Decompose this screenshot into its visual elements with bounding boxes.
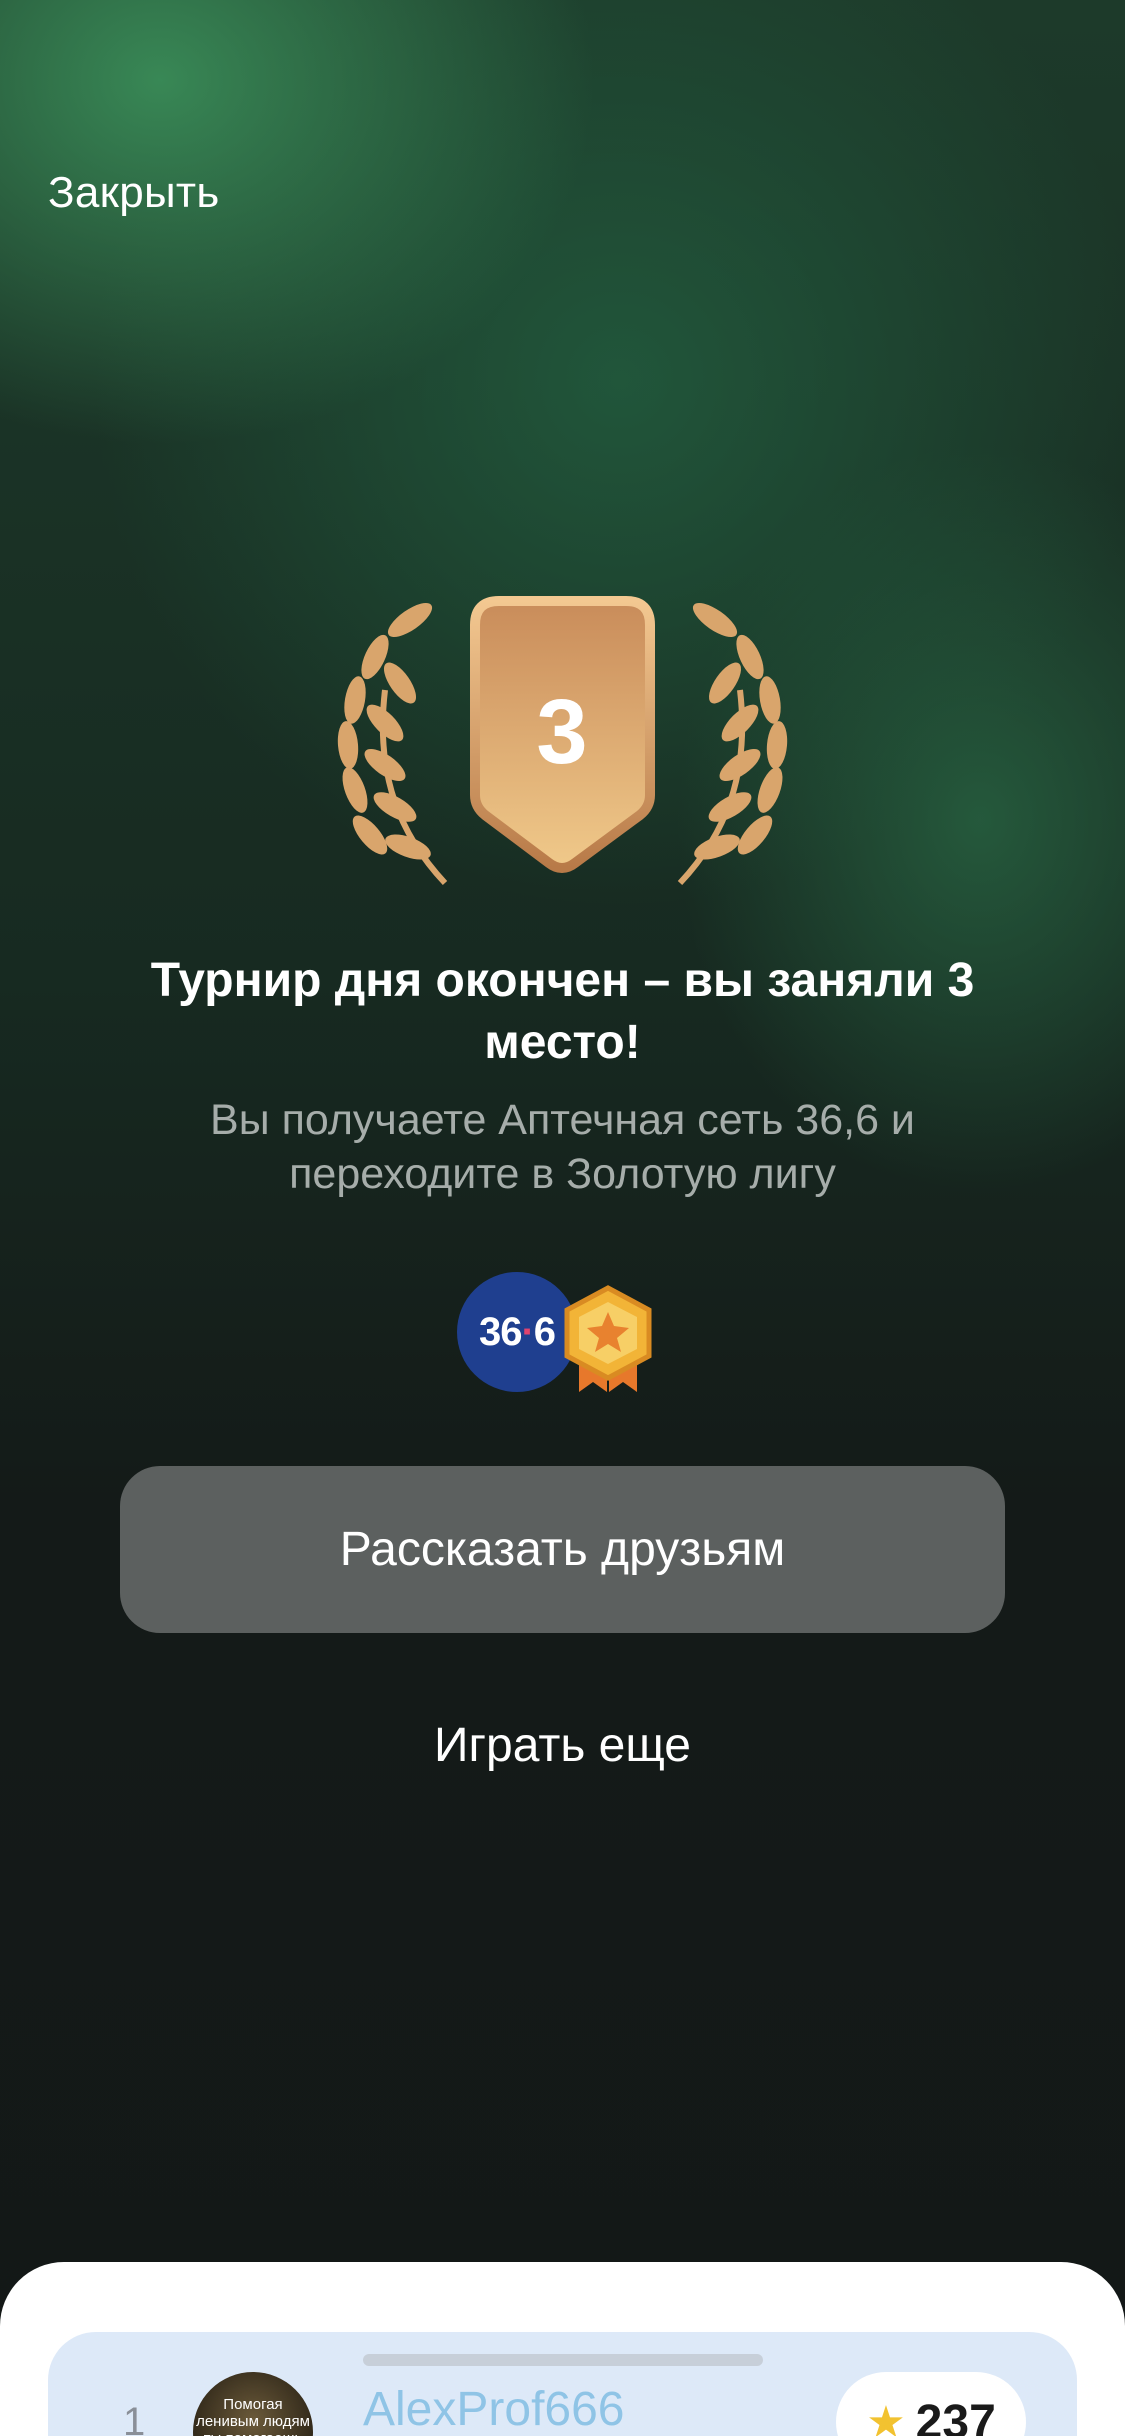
- star-icon: ★: [866, 2397, 906, 2436]
- avatar: Помогая ленивым людям ты помогаешь им: [193, 2372, 313, 2436]
- laurel-right-icon: [677, 602, 788, 886]
- rank-number: 1: [123, 2400, 146, 2436]
- gold-league-badge-icon: [564, 1285, 652, 1392]
- leaderboard-row[interactable]: 1 Помогая ленивым людям ты помогаешь им …: [48, 2332, 1077, 2436]
- share-with-friends-button[interactable]: Рассказать друзьям: [120, 1466, 1005, 1633]
- result-title: Турнир дня окончен – вы заняли 3 место!: [150, 954, 975, 1069]
- username: AlexProf666: [363, 2383, 625, 2436]
- play-again-link[interactable]: Играть еще: [0, 1718, 1125, 1773]
- background-gradient: [0, 0, 1125, 2436]
- close-button[interactable]: Закрыть: [48, 168, 220, 218]
- partner-logo-text-b: 6: [533, 1309, 556, 1354]
- place-number: 3: [536, 681, 587, 783]
- name-progress-bar: [363, 2354, 763, 2366]
- leaderboard-sheet[interactable]: 1 Помогая ленивым людям ты помогаешь им …: [0, 2262, 1125, 2436]
- partner-logo-dot: ·: [521, 1309, 534, 1354]
- rewards-row: 36 · 6: [457, 1272, 657, 1392]
- laurel-left-icon: [337, 602, 448, 886]
- score-badge: ★ 237: [836, 2372, 1026, 2436]
- result-subtitle: Вы получаете Аптечная сеть 36,6 и перехо…: [210, 1096, 915, 1198]
- partner-logo-text-a: 36: [478, 1309, 522, 1354]
- laurel-badge-graphic: 3: [337, 596, 788, 886]
- place-badge: 3: [330, 585, 795, 890]
- score-value: 237: [915, 2395, 996, 2436]
